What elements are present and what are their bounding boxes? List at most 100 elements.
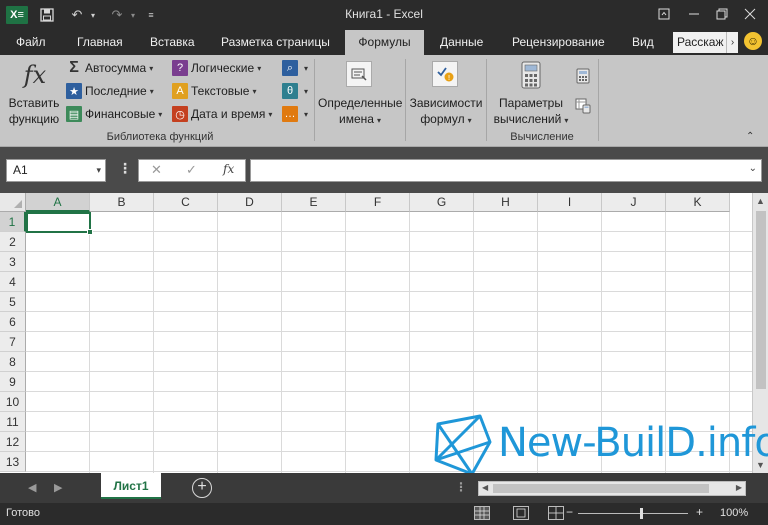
select-all-corner[interactable]	[0, 193, 26, 212]
zoom-slider-handle[interactable]	[640, 508, 643, 519]
scroll-right-icon[interactable]: ▶	[736, 483, 742, 492]
fill-handle[interactable]	[87, 229, 93, 235]
formula-auditing-icon[interactable]: !	[432, 61, 458, 87]
tab-insert[interactable]: Вставка	[142, 30, 203, 55]
restore-icon[interactable]	[710, 3, 734, 25]
horizontal-scrollbar[interactable]: ◀ ▶	[478, 481, 746, 496]
vertical-scroll-thumb[interactable]	[756, 211, 766, 389]
tab-file[interactable]: Файл	[8, 30, 54, 55]
zoom-slider[interactable]	[578, 513, 688, 514]
grid-row-line	[26, 231, 752, 232]
group-separator	[598, 59, 599, 141]
datetime-functions-button[interactable]: ◷ Дата и время ▾	[172, 106, 272, 122]
column-header[interactable]: E	[282, 193, 346, 212]
tab-home[interactable]: Главная	[69, 30, 131, 55]
formula-input[interactable]: ⌄	[250, 159, 762, 182]
column-header[interactable]: J	[602, 193, 666, 212]
column-header[interactable]: A	[26, 193, 90, 212]
calculation-group-label: Вычисление	[510, 131, 574, 143]
name-box[interactable]: A1 ▾	[6, 159, 106, 182]
formula-dependencies-button[interactable]: Зависимости формул ▾	[407, 95, 485, 129]
zoom-out-icon[interactable]: −	[566, 505, 573, 519]
ribbon-display-icon[interactable]	[652, 3, 676, 25]
previous-sheet-icon[interactable]: ◀	[28, 481, 36, 494]
cancel-icon[interactable]: ✕	[151, 162, 162, 178]
financial-functions-button[interactable]: ▤ Финансовые ▾	[66, 106, 162, 122]
theta-icon: θ	[282, 83, 298, 99]
column-header[interactable]: H	[474, 193, 538, 212]
recent-functions-button[interactable]: ★ Последние ▾	[66, 83, 154, 99]
next-sheet-icon[interactable]: ▶	[54, 481, 62, 494]
horizontal-scroll-thumb[interactable]	[493, 484, 709, 493]
row-header[interactable]: 1	[0, 212, 26, 232]
grid-row-line	[26, 351, 752, 352]
tab-view[interactable]: Вид	[624, 30, 662, 55]
feedback-smiley-icon[interactable]: ☺	[744, 32, 762, 50]
insert-function-button[interactable]: Вставить функцию	[2, 95, 66, 127]
column-header[interactable]: D	[218, 193, 282, 212]
scroll-left-icon[interactable]: ◀	[482, 483, 488, 492]
defined-names-button[interactable]: Определенные имена ▾	[318, 95, 402, 129]
formula-bar-resize-icon[interactable]: ⋮	[118, 160, 132, 177]
row-header[interactable]: 13	[0, 452, 26, 472]
formula-buttons: ✕ ✓ fx	[138, 159, 246, 182]
expand-formula-bar-icon[interactable]: ⌄	[749, 163, 757, 174]
calculate-now-icon[interactable]	[575, 67, 591, 85]
math-functions-button[interactable]: θ ▾	[282, 83, 308, 99]
tab-review[interactable]: Рецензирование	[504, 30, 613, 55]
tabs-scroll-right-icon[interactable]: ›	[726, 32, 738, 53]
page-break-view-icon[interactable]	[548, 506, 564, 520]
zoom-level[interactable]: 100%	[720, 507, 748, 519]
financial-icon: ▤	[66, 106, 82, 122]
column-header[interactable]: I	[538, 193, 602, 212]
normal-view-icon[interactable]	[474, 506, 490, 520]
calculator-icon[interactable]	[520, 60, 542, 90]
text-functions-button[interactable]: A Текстовые ▾	[172, 83, 256, 99]
row-header[interactable]: 6	[0, 312, 26, 332]
lookup-functions-button[interactable]: ⌕ ▾	[282, 60, 308, 76]
tell-me-input[interactable]: Расскаж	[673, 32, 726, 53]
row-header[interactable]: 11	[0, 412, 26, 432]
insert-function-icon[interactable]: fx	[20, 59, 50, 91]
logical-functions-button[interactable]: ? Логические ▾	[172, 60, 261, 76]
row-header[interactable]: 3	[0, 252, 26, 272]
title-bar: X≡ ↶ ▾ ↷ ▾ ≡ Книга1 - Excel	[0, 0, 768, 30]
calculation-options-button[interactable]: Параметры вычислений ▾	[489, 95, 573, 129]
tab-formulas[interactable]: Формулы	[345, 30, 424, 55]
minimize-icon[interactable]	[682, 3, 706, 25]
row-header[interactable]: 2	[0, 232, 26, 252]
row-header[interactable]: 9	[0, 372, 26, 392]
svg-text:!: !	[448, 74, 451, 82]
name-box-dropdown-icon[interactable]: ▾	[96, 160, 101, 181]
column-header[interactable]: G	[410, 193, 474, 212]
ribbon-formulas: fx Вставить функцию Σ Автосумма ▾ ★ После…	[0, 55, 768, 147]
add-sheet-icon[interactable]: +	[192, 478, 212, 498]
row-header[interactable]: 12	[0, 432, 26, 452]
row-header[interactable]: 7	[0, 332, 26, 352]
sheet-tab[interactable]: Лист1	[101, 473, 161, 499]
defined-names-icon[interactable]	[346, 61, 372, 87]
scroll-up-icon[interactable]: ▲	[756, 196, 765, 206]
tab-page-layout[interactable]: Разметка страницы	[213, 30, 338, 55]
more-functions-button[interactable]: … ▾	[282, 106, 308, 122]
close-icon[interactable]	[738, 3, 762, 25]
autosum-button[interactable]: Σ Автосумма ▾	[66, 59, 153, 76]
row-header[interactable]: 5	[0, 292, 26, 312]
insert-function-fx-icon[interactable]: fx	[223, 162, 234, 176]
zoom-in-icon[interactable]: +	[696, 505, 703, 519]
column-header[interactable]: F	[346, 193, 410, 212]
collapse-ribbon-icon[interactable]: ⌃	[746, 131, 754, 142]
row-header[interactable]: 8	[0, 352, 26, 372]
active-cell[interactable]	[26, 212, 93, 235]
row-header[interactable]: 10	[0, 392, 26, 412]
column-header[interactable]: K	[666, 193, 730, 212]
column-header[interactable]: C	[154, 193, 218, 212]
column-header[interactable]: B	[90, 193, 154, 212]
status-bar: Готово − + 100%	[0, 503, 768, 525]
calculate-sheet-icon[interactable]	[575, 97, 591, 115]
enter-icon[interactable]: ✓	[186, 162, 197, 178]
tab-split-handle-icon[interactable]: ⋮	[455, 480, 467, 494]
tab-data[interactable]: Данные	[432, 30, 491, 55]
row-header[interactable]: 4	[0, 272, 26, 292]
page-layout-view-icon[interactable]	[513, 506, 529, 520]
